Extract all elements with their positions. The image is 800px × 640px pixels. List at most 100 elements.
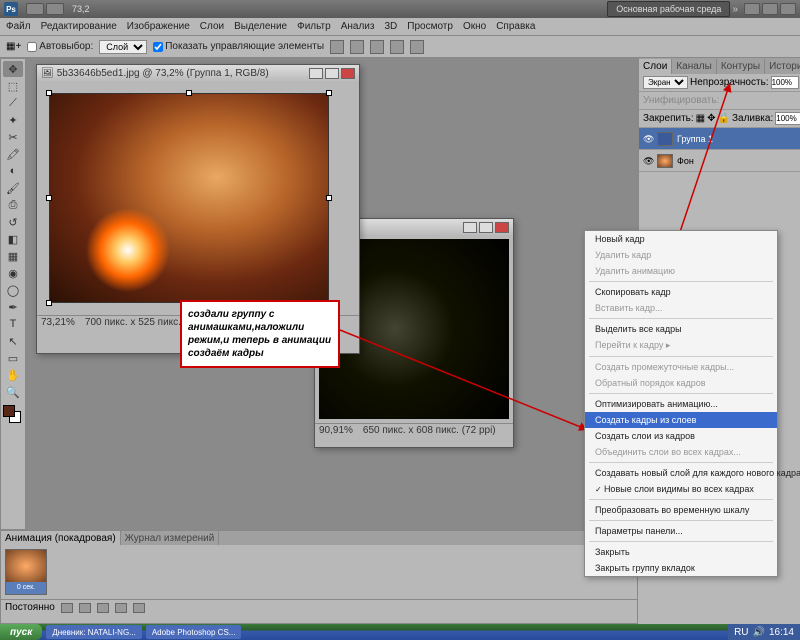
menu-item[interactable]: Создать слои из кадров — [585, 428, 777, 444]
menu-item[interactable]: Новый кадр — [585, 231, 777, 247]
lock-all-icon[interactable]: 🔒 — [718, 113, 730, 124]
move-tool[interactable]: ✥ — [3, 61, 23, 77]
transform-handle[interactable] — [326, 195, 332, 201]
play-button[interactable] — [97, 603, 109, 613]
menu-item[interactable]: Создавать новый слой для каждого нового … — [585, 465, 777, 481]
menu-изображение[interactable]: Изображение — [127, 21, 190, 32]
anim-tab[interactable]: Журнал измерений — [121, 531, 220, 545]
doc-minimize[interactable] — [309, 68, 323, 79]
lasso-tool[interactable]: ⟋ — [3, 95, 23, 111]
lock-position-icon[interactable]: ✥ — [707, 113, 715, 124]
menu-item[interactable]: Скопировать кадр — [585, 284, 777, 300]
marquee-tool[interactable]: ⬚ — [3, 78, 23, 94]
path-tool[interactable]: ↖ — [3, 333, 23, 349]
menu-item[interactable]: Оптимизировать анимацию... — [585, 396, 777, 412]
chevron-right-icon[interactable]: » — [732, 4, 738, 15]
fill-input[interactable] — [775, 112, 800, 125]
doc-minimize[interactable] — [463, 222, 477, 233]
menu-анализ[interactable]: Анализ — [341, 21, 375, 32]
autoselect-type[interactable]: Слой — [99, 40, 147, 54]
transform-handle[interactable] — [46, 300, 52, 306]
last-frame-button[interactable] — [133, 603, 145, 613]
lang-indicator[interactable]: RU — [734, 627, 748, 638]
transform-handle[interactable] — [46, 195, 52, 201]
pen-tool[interactable]: ✒ — [3, 299, 23, 315]
distribute-icon[interactable] — [410, 40, 424, 54]
menu-окно[interactable]: Окно — [463, 21, 486, 32]
animation-frame[interactable]: 0 сек. — [5, 549, 47, 595]
lock-pixels-icon[interactable]: ▦ — [696, 113, 705, 124]
doc-close[interactable] — [341, 68, 355, 79]
gradient-tool[interactable]: ▦ — [3, 248, 23, 264]
menu-выделение[interactable]: Выделение — [234, 21, 287, 32]
frame-duration[interactable]: 0 сек. — [6, 582, 46, 594]
loop-select[interactable]: Постоянно — [5, 602, 55, 613]
anim-tab[interactable]: Анимация (покадровая) — [1, 531, 121, 545]
menu-3d[interactable]: 3D — [384, 21, 397, 32]
transform-handle[interactable] — [186, 90, 192, 96]
align-icon[interactable] — [350, 40, 364, 54]
prev-frame-button[interactable] — [79, 603, 91, 613]
menu-просмотр[interactable]: Просмотр — [407, 21, 453, 32]
menu-справка[interactable]: Справка — [496, 21, 535, 32]
panel-tab[interactable]: Каналы — [672, 59, 717, 74]
distribute-icon[interactable] — [390, 40, 404, 54]
wand-tool[interactable]: ✦ — [3, 112, 23, 128]
menu-item[interactable]: Новые слои видимы во всех кадрах — [585, 481, 777, 497]
history-brush-tool[interactable]: ↺ — [3, 214, 23, 230]
opacity-input[interactable] — [771, 76, 799, 89]
menu-слои[interactable]: Слои — [200, 21, 224, 32]
bridge-button[interactable] — [26, 3, 44, 15]
visibility-icon[interactable]: 👁 — [643, 134, 653, 144]
menu-item[interactable]: Преобразовать во временную шкалу — [585, 502, 777, 518]
autoselect-checkbox[interactable]: Автовыбор: — [27, 41, 93, 52]
shape-tool[interactable]: ▭ — [3, 350, 23, 366]
taskbar-item[interactable]: Adobe Photoshop CS... — [146, 625, 242, 639]
menu-фильтр[interactable]: Фильтр — [297, 21, 331, 32]
system-tray[interactable]: RU 🔊 16:14 — [728, 624, 800, 640]
menu-редактирование[interactable]: Редактирование — [41, 21, 117, 32]
panel-tab[interactable]: Слои — [639, 59, 672, 74]
menu-item[interactable]: Параметры панели... — [585, 523, 777, 539]
tray-icon[interactable]: 🔊 — [753, 627, 765, 638]
start-button[interactable]: пуск — [0, 624, 42, 640]
transform-handle[interactable] — [326, 90, 332, 96]
hand-tool[interactable]: ✋ — [3, 367, 23, 383]
align-icon[interactable] — [330, 40, 344, 54]
close-button[interactable] — [780, 3, 796, 15]
blur-tool[interactable]: ◉ — [3, 265, 23, 281]
show-controls-checkbox[interactable]: Показать управляющие элементы — [153, 41, 324, 52]
mini-bridge-button[interactable] — [46, 3, 64, 15]
visibility-icon[interactable]: 👁 — [643, 156, 653, 166]
menu-файл[interactable]: Файл — [6, 21, 31, 32]
menu-item[interactable]: Закрыть — [585, 544, 777, 560]
zoom-tool[interactable]: 🔍 — [3, 384, 23, 400]
menu-item[interactable]: Создать кадры из слоев — [585, 412, 777, 428]
layer-item[interactable]: 👁Фон — [639, 150, 800, 172]
transform-handle[interactable] — [46, 90, 52, 96]
dodge-tool[interactable]: ◯ — [3, 282, 23, 298]
type-tool[interactable]: T — [3, 316, 23, 332]
panel-tab[interactable]: История — [765, 59, 800, 74]
layer-item[interactable]: 👁Группа 1 — [639, 128, 800, 150]
maximize-button[interactable] — [762, 3, 778, 15]
eyedropper-tool[interactable]: 🖍 — [3, 146, 23, 162]
stamp-tool[interactable]: ⎙ — [3, 197, 23, 213]
color-swatch[interactable] — [3, 405, 21, 423]
eraser-tool[interactable]: ◧ — [3, 231, 23, 247]
menu-item[interactable]: Выделить все кадры — [585, 321, 777, 337]
brush-tool[interactable]: 🖌 — [3, 180, 23, 196]
crop-tool[interactable]: ✂ — [3, 129, 23, 145]
healing-tool[interactable]: ◐ — [3, 163, 23, 179]
minimize-button[interactable] — [744, 3, 760, 15]
panel-tab[interactable]: Контуры — [717, 59, 765, 74]
align-icon[interactable] — [370, 40, 384, 54]
workspace-switcher[interactable]: Основная рабочая среда — [607, 1, 730, 17]
next-frame-button[interactable] — [115, 603, 127, 613]
first-frame-button[interactable] — [61, 603, 73, 613]
doc-maximize[interactable] — [479, 222, 493, 233]
blend-mode-select[interactable]: Экран — [643, 76, 688, 89]
doc-close[interactable] — [495, 222, 509, 233]
doc-maximize[interactable] — [325, 68, 339, 79]
taskbar-item[interactable]: Дневник: NATALI-NG... — [46, 625, 142, 639]
